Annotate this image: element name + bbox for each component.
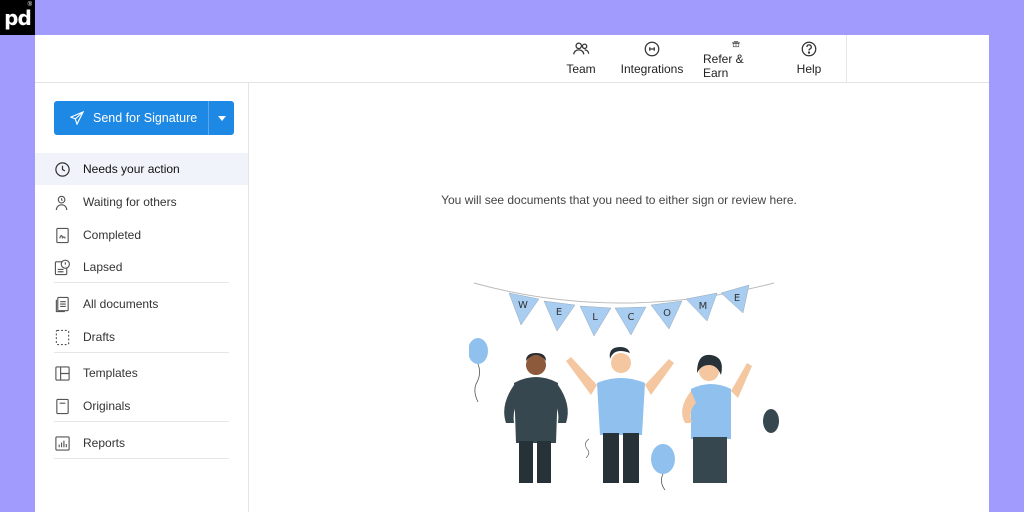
clock-icon: [54, 161, 70, 177]
team-icon: [573, 42, 590, 55]
sidebar-item-label: Waiting for others: [83, 195, 177, 209]
welcome-illustration: W E L C O M E: [469, 282, 779, 491]
brand-logo: pd ®: [0, 0, 35, 35]
balloon: [469, 338, 488, 364]
sidebar-item-originals[interactable]: Originals: [35, 390, 248, 422]
app-window: Team Integrations Refer & Earn Help Send…: [35, 35, 989, 512]
sidebar-item-label: Completed: [83, 228, 142, 242]
sidebar-divider: [54, 282, 229, 283]
send-options-dropdown[interactable]: [209, 101, 234, 135]
nav-help[interactable]: Help: [794, 40, 824, 80]
banner-letter: M: [699, 301, 708, 312]
lapsed-doc-icon: [54, 259, 70, 275]
sidebar-item-label: Lapsed: [83, 260, 123, 274]
person-right: [682, 354, 752, 483]
sidebar-item-label: Templates: [83, 366, 138, 380]
sidebar-item-completed[interactable]: Completed: [35, 219, 248, 251]
gift-icon: [732, 41, 740, 48]
reports-icon: [54, 435, 70, 451]
help-icon: [801, 41, 817, 57]
sidebar-divider: [54, 421, 229, 422]
completed-doc-icon: [55, 227, 69, 243]
empty-state-message: You will see documents that you need to …: [441, 193, 797, 207]
nav-help-label: Help: [796, 62, 822, 76]
banner-letter: W: [518, 300, 528, 311]
banner-letter: C: [628, 312, 635, 323]
send-icon: [70, 111, 84, 125]
balloon: [763, 409, 779, 433]
sidebar-item-drafts[interactable]: Drafts: [35, 321, 248, 353]
original-doc-icon: [55, 398, 69, 414]
send-button-label: Send for Signature: [93, 111, 198, 125]
banner-letter: E: [734, 293, 740, 304]
sidebar-item-templates[interactable]: Templates: [35, 357, 248, 389]
send-for-signature-split-button: Send for Signature: [54, 101, 234, 135]
top-navigation: Team Integrations Refer & Earn Help: [35, 35, 989, 83]
nav-refer-earn[interactable]: Refer & Earn: [703, 40, 769, 80]
main-content: You will see documents that you need to …: [249, 83, 989, 512]
sidebar-item-lapsed[interactable]: Lapsed: [35, 251, 248, 283]
nav-team[interactable]: Team: [565, 40, 597, 80]
nav-refer-label: Refer & Earn: [703, 52, 744, 80]
sidebar-item-label: Drafts: [83, 330, 116, 344]
banner-letter: E: [556, 307, 562, 318]
integrations-icon: [644, 41, 660, 57]
banner-letter: L: [592, 312, 598, 323]
draft-icon: [55, 329, 69, 345]
balloon: [651, 444, 675, 474]
sidebar-divider: [54, 352, 229, 353]
sidebar-divider: [54, 458, 229, 459]
nav-integrations-label: Integrations: [620, 62, 684, 76]
sidebar-item-reports[interactable]: Reports: [35, 427, 248, 459]
welcome-banner: W E L C O M E: [508, 284, 750, 337]
sidebar-item-label: Originals: [83, 399, 131, 413]
send-for-signature-button[interactable]: Send for Signature: [54, 101, 208, 135]
person-left: [504, 353, 568, 483]
chevron-down-icon: [217, 115, 226, 121]
sidebar-item-label: Needs your action: [83, 162, 180, 176]
nav-team-label: Team: [566, 62, 596, 76]
sidebar-item-needs-action[interactable]: Needs your action: [35, 153, 248, 185]
sidebar-item-waiting[interactable]: Waiting for others: [35, 186, 248, 218]
sidebar: Send for Signature Needs your action Wai…: [35, 83, 249, 512]
documents-icon: [55, 296, 69, 312]
banner-letter: O: [663, 308, 671, 319]
sidebar-item-label: All documents: [83, 297, 159, 311]
user-clock-icon: [55, 195, 67, 210]
template-icon: [54, 365, 70, 381]
sidebar-item-all-documents[interactable]: All documents: [35, 288, 248, 320]
topbar-separator: [846, 35, 847, 82]
sidebar-item-label: Reports: [83, 436, 126, 450]
nav-integrations[interactable]: Integrations: [621, 40, 683, 80]
